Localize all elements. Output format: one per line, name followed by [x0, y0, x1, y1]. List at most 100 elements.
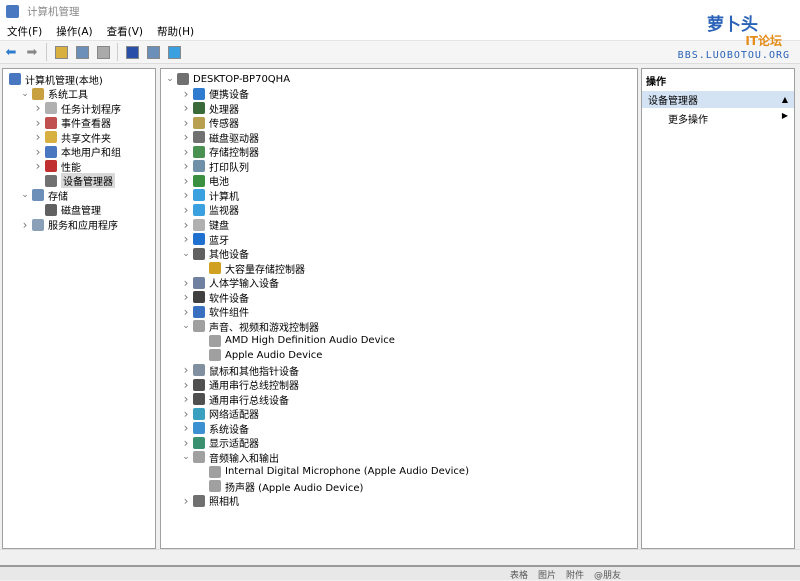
- tree-item[interactable]: › 处理器: [181, 101, 239, 116]
- tree-item[interactable]: › 系统设备: [181, 421, 249, 436]
- expand-chevron-icon[interactable]: ›: [181, 276, 191, 290]
- tree-item[interactable]: 磁盘管理: [33, 203, 101, 217]
- expand-chevron-icon[interactable]: ⌄: [20, 89, 30, 99]
- tree-item[interactable]: › 打印队列: [181, 159, 249, 174]
- tree-item[interactable]: › 事件查看器: [33, 116, 111, 131]
- show-hide-console-tree-button[interactable]: [73, 43, 91, 61]
- tree-item[interactable]: › 任务计划程序: [33, 101, 121, 116]
- expand-chevron-icon[interactable]: ›: [181, 305, 191, 319]
- expand-chevron-icon[interactable]: ⌄: [181, 321, 191, 331]
- tree-item[interactable]: AMD High Definition Audio Device: [197, 334, 395, 348]
- expand-chevron-icon[interactable]: ›: [181, 232, 191, 246]
- expand-chevron-icon[interactable]: ›: [181, 363, 191, 377]
- tree-item[interactable]: 计算机管理(本地): [7, 72, 103, 87]
- expand-chevron-icon[interactable]: ›: [181, 436, 191, 450]
- tree-item[interactable]: › 便携设备: [181, 87, 249, 102]
- expand-chevron-icon[interactable]: ›: [181, 421, 191, 435]
- tree-item[interactable]: 扬声器 (Apple Audio Device): [197, 479, 363, 494]
- expand-chevron-icon[interactable]: ›: [181, 116, 191, 130]
- up-button[interactable]: [52, 43, 70, 61]
- tree-item[interactable]: › 通用串行总线设备: [181, 392, 289, 407]
- tree-item[interactable]: 设备管理器: [33, 173, 115, 189]
- tree-item[interactable]: › 蓝牙: [181, 232, 229, 247]
- tree-item[interactable]: › 计算机: [181, 188, 239, 203]
- expand-chevron-icon[interactable]: ›: [33, 116, 43, 130]
- more-actions-item[interactable]: 更多操作 ▶: [642, 111, 794, 126]
- tree-item[interactable]: › 传感器: [181, 116, 239, 131]
- tree-item[interactable]: Apple Audio Device: [197, 348, 322, 362]
- expand-chevron-icon[interactable]: ›: [20, 218, 30, 232]
- expand-chevron-icon[interactable]: ›: [181, 130, 191, 144]
- expand-chevron-icon[interactable]: ›: [181, 494, 191, 508]
- expand-chevron-icon[interactable]: ›: [181, 378, 191, 392]
- tree-item[interactable]: › 软件设备: [181, 290, 249, 305]
- tree-item[interactable]: › 电池: [181, 174, 229, 189]
- menu-0[interactable]: 文件(F): [0, 24, 49, 39]
- tree-item[interactable]: ⌄ 系统工具: [20, 87, 88, 101]
- expand-chevron-icon[interactable]: ›: [181, 188, 191, 202]
- back-button[interactable]: ⬅: [2, 43, 20, 61]
- expand-chevron-icon[interactable]: ›: [181, 407, 191, 421]
- tree-item[interactable]: ⌄ 其他设备: [181, 247, 249, 261]
- device-category-icon: [209, 349, 221, 362]
- monitor-button[interactable]: [165, 43, 183, 61]
- tree-item[interactable]: › 鼠标和其他指针设备: [181, 363, 299, 378]
- tree-item[interactable]: › 本地用户和组: [33, 145, 121, 160]
- show-hide-action-pane-button[interactable]: [144, 43, 162, 61]
- expand-chevron-icon[interactable]: ⌄: [181, 452, 191, 462]
- menu-3[interactable]: 帮助(H): [150, 24, 201, 39]
- expand-chevron-icon[interactable]: ⌄: [181, 249, 191, 259]
- properties-button[interactable]: [94, 43, 112, 61]
- expand-chevron-icon[interactable]: ›: [181, 290, 191, 304]
- tree-item[interactable]: › 存储控制器: [181, 145, 259, 160]
- tree-item[interactable]: › 监视器: [181, 203, 239, 218]
- expand-chevron-icon[interactable]: ›: [33, 130, 43, 144]
- tree-item[interactable]: › 显示适配器: [181, 436, 259, 451]
- expand-chevron-icon[interactable]: ›: [181, 203, 191, 217]
- tree-item[interactable]: › 服务和应用程序: [20, 218, 118, 233]
- tree-item[interactable]: › 性能: [33, 159, 81, 174]
- device-category-icon: [193, 364, 205, 376]
- expand-chevron-icon[interactable]: ›: [33, 101, 43, 115]
- tree-item[interactable]: Internal Digital Microphone (Apple Audio…: [197, 465, 469, 479]
- expand-chevron-icon[interactable]: ›: [33, 159, 43, 173]
- help-button[interactable]: [123, 43, 141, 61]
- tree-item[interactable]: ⌄ 音频输入和输出: [181, 450, 279, 465]
- tree-item-label: 服务和应用程序: [48, 221, 118, 232]
- expand-chevron-icon[interactable]: ›: [181, 159, 191, 173]
- tree-item-label: 事件查看器: [61, 119, 111, 131]
- tree-item[interactable]: › 网络适配器: [181, 407, 259, 422]
- tree-item[interactable]: ⌄ DESKTOP-BP70QHA: [165, 72, 290, 86]
- expand-chevron-icon[interactable]: ›: [181, 392, 191, 406]
- tree-item[interactable]: › 磁盘驱动器: [181, 130, 259, 145]
- tree-item[interactable]: › 人体学输入设备: [181, 276, 279, 291]
- tree-item-label: 软件组件: [209, 308, 249, 320]
- expand-chevron-icon[interactable]: ›: [181, 101, 191, 115]
- tree-item[interactable]: › 键盘: [181, 218, 229, 233]
- expand-chevron-icon[interactable]: ›: [181, 87, 191, 101]
- menu-1[interactable]: 操作(A): [49, 24, 99, 39]
- device-category-icon: [193, 131, 205, 144]
- menu-2[interactable]: 查看(V): [100, 24, 150, 39]
- expand-chevron-icon[interactable]: ⌄: [20, 190, 30, 200]
- expand-chevron-icon[interactable]: ›: [181, 218, 191, 232]
- tree-item-label: 磁盘驱动器: [209, 133, 259, 145]
- actions-section-device-manager[interactable]: 设备管理器 ▲: [642, 91, 794, 108]
- tree-item-label: 鼠标和其他指针设备: [209, 366, 299, 378]
- expand-chevron-icon[interactable]: ⌄: [165, 74, 175, 84]
- submenu-arrow-icon: ▶: [781, 111, 788, 120]
- forward-button[interactable]: ➡: [23, 43, 41, 61]
- tree-item[interactable]: › 软件组件: [181, 305, 249, 320]
- tree-item[interactable]: › 照相机: [181, 494, 239, 509]
- expand-chevron-icon[interactable]: ›: [33, 145, 43, 159]
- device-category-icon: [193, 320, 205, 333]
- expand-chevron-icon[interactable]: ›: [181, 145, 191, 159]
- tree-item[interactable]: ⌄ 声音、视频和游戏控制器: [181, 319, 319, 334]
- expand-chevron-icon[interactable]: ›: [181, 174, 191, 188]
- tree-item[interactable]: › 共享文件夹: [33, 130, 111, 145]
- collapse-icon[interactable]: ▲: [782, 95, 788, 104]
- tree-item[interactable]: 大容量存储控制器: [197, 261, 305, 276]
- tree-item[interactable]: ⌄ 存储: [20, 188, 68, 203]
- tree-item[interactable]: › 通用串行总线控制器: [181, 378, 299, 393]
- device-category-icon: [193, 174, 205, 187]
